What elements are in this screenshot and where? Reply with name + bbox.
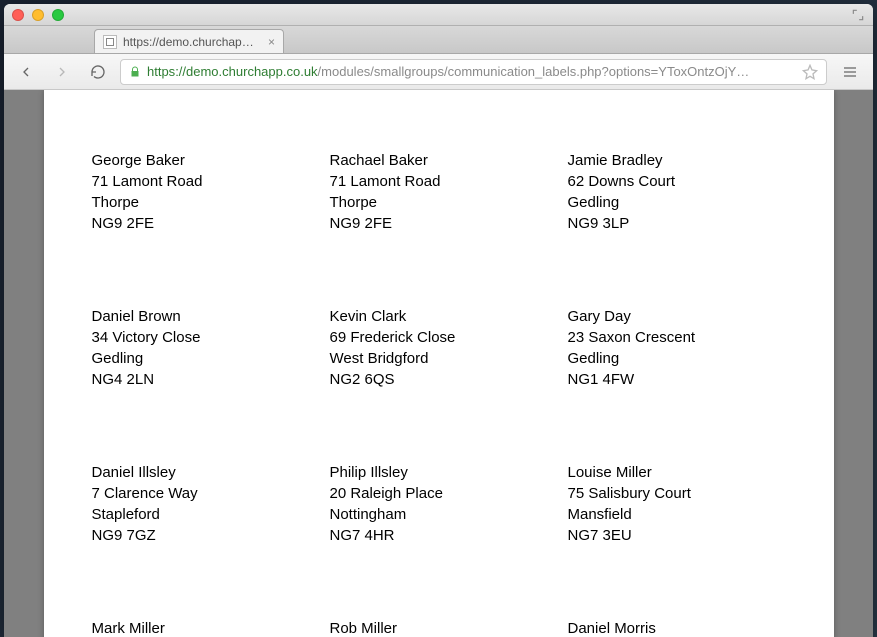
labels-grid: George Baker71 Lamont RoadThorpeNG9 2FER… (92, 150, 786, 637)
address-label: Mark Miller27 Gordon CourtIlkeston (92, 618, 310, 637)
address-label: Jamie Bradley62 Downs CourtGedlingNG9 3L… (568, 150, 786, 234)
label-postcode: NG2 6QS (330, 369, 548, 390)
label-postcode: NG9 3LP (568, 213, 786, 234)
label-name: Rob Miller (330, 618, 548, 637)
label-line1: 20 Raleigh Place (330, 483, 548, 504)
label-line1: 75 Salisbury Court (568, 483, 786, 504)
label-name: Gary Day (568, 306, 786, 327)
menu-button[interactable] (835, 59, 865, 85)
close-window-button[interactable] (12, 9, 24, 21)
label-name: Daniel Illsley (92, 462, 310, 483)
label-postcode: NG1 4FW (568, 369, 786, 390)
reload-button[interactable] (84, 59, 112, 85)
label-line2: Gedling (568, 348, 786, 369)
label-line2: Thorpe (92, 192, 310, 213)
address-label: Philip Illsley20 Raleigh PlaceNottingham… (330, 462, 548, 546)
browser-window: https://demo.churchapp.co × https://demo… (4, 4, 873, 637)
label-name: Mark Miller (92, 618, 310, 637)
minimize-window-button[interactable] (32, 9, 44, 21)
fullscreen-icon[interactable] (851, 8, 865, 22)
label-line1: 69 Frederick Close (330, 327, 548, 348)
address-label: Gary Day23 Saxon CrescentGedlingNG1 4FW (568, 306, 786, 390)
label-name: Philip Illsley (330, 462, 548, 483)
address-label: Daniel Illsley7 Clarence WayStaplefordNG… (92, 462, 310, 546)
label-postcode: NG9 2FE (92, 213, 310, 234)
label-name: Rachael Baker (330, 150, 548, 171)
label-line1: 34 Victory Close (92, 327, 310, 348)
browser-tab[interactable]: https://demo.churchapp.co × (94, 29, 284, 53)
label-name: Kevin Clark (330, 306, 548, 327)
address-label: Rob Miller75 Salisbury CourtMansfield (330, 618, 548, 637)
forward-button[interactable] (48, 59, 76, 85)
label-name: George Baker (92, 150, 310, 171)
address-bar[interactable]: https://demo.churchapp.co.uk/modules/sma… (120, 59, 827, 85)
label-line2: Gedling (568, 192, 786, 213)
label-postcode: NG7 3EU (568, 525, 786, 546)
window-titlebar (4, 4, 873, 26)
back-button[interactable] (12, 59, 40, 85)
label-postcode: NG9 7GZ (92, 525, 310, 546)
window-controls (12, 9, 64, 21)
label-name: Daniel Brown (92, 306, 310, 327)
url-host: ://demo.churchapp.co.uk (175, 64, 317, 79)
address-label: Louise Miller75 Salisbury CourtMansfield… (568, 462, 786, 546)
address-label: Kevin Clark69 Frederick CloseWest Bridgf… (330, 306, 548, 390)
label-line2: West Bridgford (330, 348, 548, 369)
labels-page: George Baker71 Lamont RoadThorpeNG9 2FER… (44, 90, 834, 637)
browser-toolbar: https://demo.churchapp.co.uk/modules/sma… (4, 54, 873, 90)
label-line2: Mansfield (568, 504, 786, 525)
label-line2: Gedling (92, 348, 310, 369)
label-name: Louise Miller (568, 462, 786, 483)
address-label: Rachael Baker71 Lamont RoadThorpeNG9 2FE (330, 150, 548, 234)
url-protocol: https (147, 64, 175, 79)
label-line1: 71 Lamont Road (92, 171, 310, 192)
address-label: Daniel Morris11 Victory StreetIlkeston (568, 618, 786, 637)
label-postcode: NG7 4HR (330, 525, 548, 546)
tab-bar: https://demo.churchapp.co × (4, 26, 873, 54)
maximize-window-button[interactable] (52, 9, 64, 21)
address-label: George Baker71 Lamont RoadThorpeNG9 2FE (92, 150, 310, 234)
url-text: https://demo.churchapp.co.uk/modules/sma… (147, 64, 796, 79)
label-line2: Thorpe (330, 192, 548, 213)
url-path: /modules/smallgroups/communication_label… (318, 64, 750, 79)
label-line1: 71 Lamont Road (330, 171, 548, 192)
label-line2: Nottingham (330, 504, 548, 525)
label-line1: 7 Clarence Way (92, 483, 310, 504)
label-line2: Stapleford (92, 504, 310, 525)
address-label: Daniel Brown34 Victory CloseGedlingNG4 2… (92, 306, 310, 390)
label-line1: 62 Downs Court (568, 171, 786, 192)
lock-icon (129, 65, 141, 79)
label-line1: 23 Saxon Crescent (568, 327, 786, 348)
label-postcode: NG9 2FE (330, 213, 548, 234)
label-postcode: NG4 2LN (92, 369, 310, 390)
close-tab-icon[interactable]: × (268, 36, 275, 48)
label-name: Daniel Morris (568, 618, 786, 637)
bookmark-star-icon[interactable] (802, 64, 818, 80)
tab-favicon-icon (103, 35, 117, 49)
tab-title: https://demo.churchapp.co (123, 35, 257, 49)
viewport: George Baker71 Lamont RoadThorpeNG9 2FER… (4, 90, 873, 637)
label-name: Jamie Bradley (568, 150, 786, 171)
